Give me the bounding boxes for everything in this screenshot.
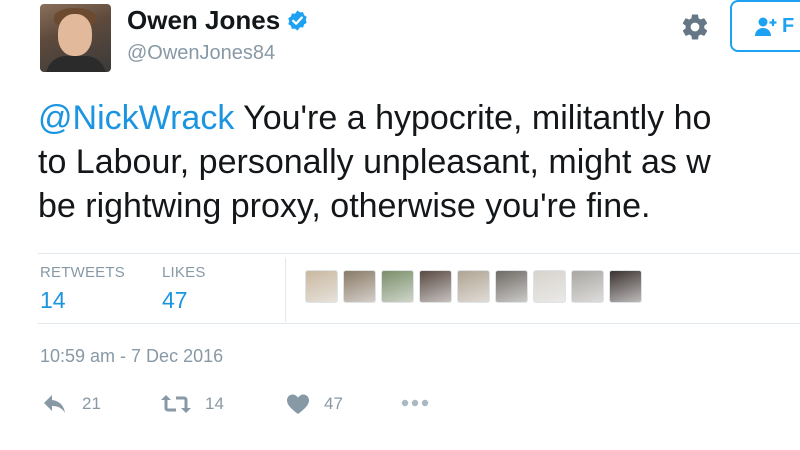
follow-button-label: F: [782, 14, 795, 37]
timestamp[interactable]: 10:59 am - 7 Dec 2016: [40, 346, 223, 367]
mention-link[interactable]: @NickWrack: [38, 99, 234, 137]
avatar-shirt: [46, 56, 106, 72]
retweets-label: RETWEETS: [40, 264, 125, 281]
liker-avatar[interactable]: [305, 270, 338, 303]
reply-action[interactable]: 21: [42, 393, 101, 415]
retweet-action[interactable]: 14: [160, 393, 224, 415]
liker-avatar[interactable]: [381, 270, 414, 303]
like-action[interactable]: 47: [286, 393, 343, 415]
tweet-text: @NickWrack You're a hypocrite, militantl…: [38, 96, 800, 228]
liker-avatar[interactable]: [495, 270, 528, 303]
retweet-icon: [161, 395, 191, 413]
verified-badge-icon: [288, 10, 307, 31]
likes-stat[interactable]: LIKES 47: [162, 264, 206, 314]
likes-label: LIKES: [162, 264, 206, 281]
liker-avatar[interactable]: [609, 270, 642, 303]
divider: [38, 253, 800, 254]
gear-icon[interactable]: [680, 12, 710, 42]
retweet-count: 14: [205, 394, 224, 413]
profile-avatar[interactable]: [40, 4, 111, 72]
tweet-line-2: to Labour, personally unpleasant, might …: [38, 143, 711, 181]
avatar-face: [58, 14, 92, 56]
more-actions-button[interactable]: [401, 398, 431, 408]
liker-avatar[interactable]: [571, 270, 604, 303]
liker-avatar[interactable]: [533, 270, 566, 303]
add-user-icon: [755, 17, 777, 36]
retweets-count: 14: [40, 287, 66, 313]
liker-avatar[interactable]: [343, 270, 376, 303]
stats-divider: [285, 258, 286, 322]
reply-icon: [44, 395, 65, 413]
liker-avatar[interactable]: [457, 270, 490, 303]
likes-count: 47: [162, 287, 188, 313]
heart-icon: [287, 394, 309, 414]
more-dots-icon: [401, 399, 429, 407]
follow-button[interactable]: F: [730, 0, 800, 52]
user-name-row[interactable]: Owen Jones: [127, 5, 309, 36]
user-name[interactable]: Owen Jones: [127, 5, 280, 36]
liker-avatar[interactable]: [419, 270, 452, 303]
divider: [38, 323, 800, 324]
user-handle[interactable]: @OwenJones84: [127, 42, 275, 65]
like-count: 47: [324, 394, 343, 413]
likers-avatars: [305, 270, 642, 303]
tweet-line-3: be rightwing proxy, otherwise you're fin…: [38, 187, 651, 225]
retweets-stat[interactable]: RETWEETS 14: [40, 264, 125, 314]
tweet-line-1: You're a hypocrite, militantly ho: [234, 99, 712, 137]
reply-count: 21: [82, 394, 101, 413]
